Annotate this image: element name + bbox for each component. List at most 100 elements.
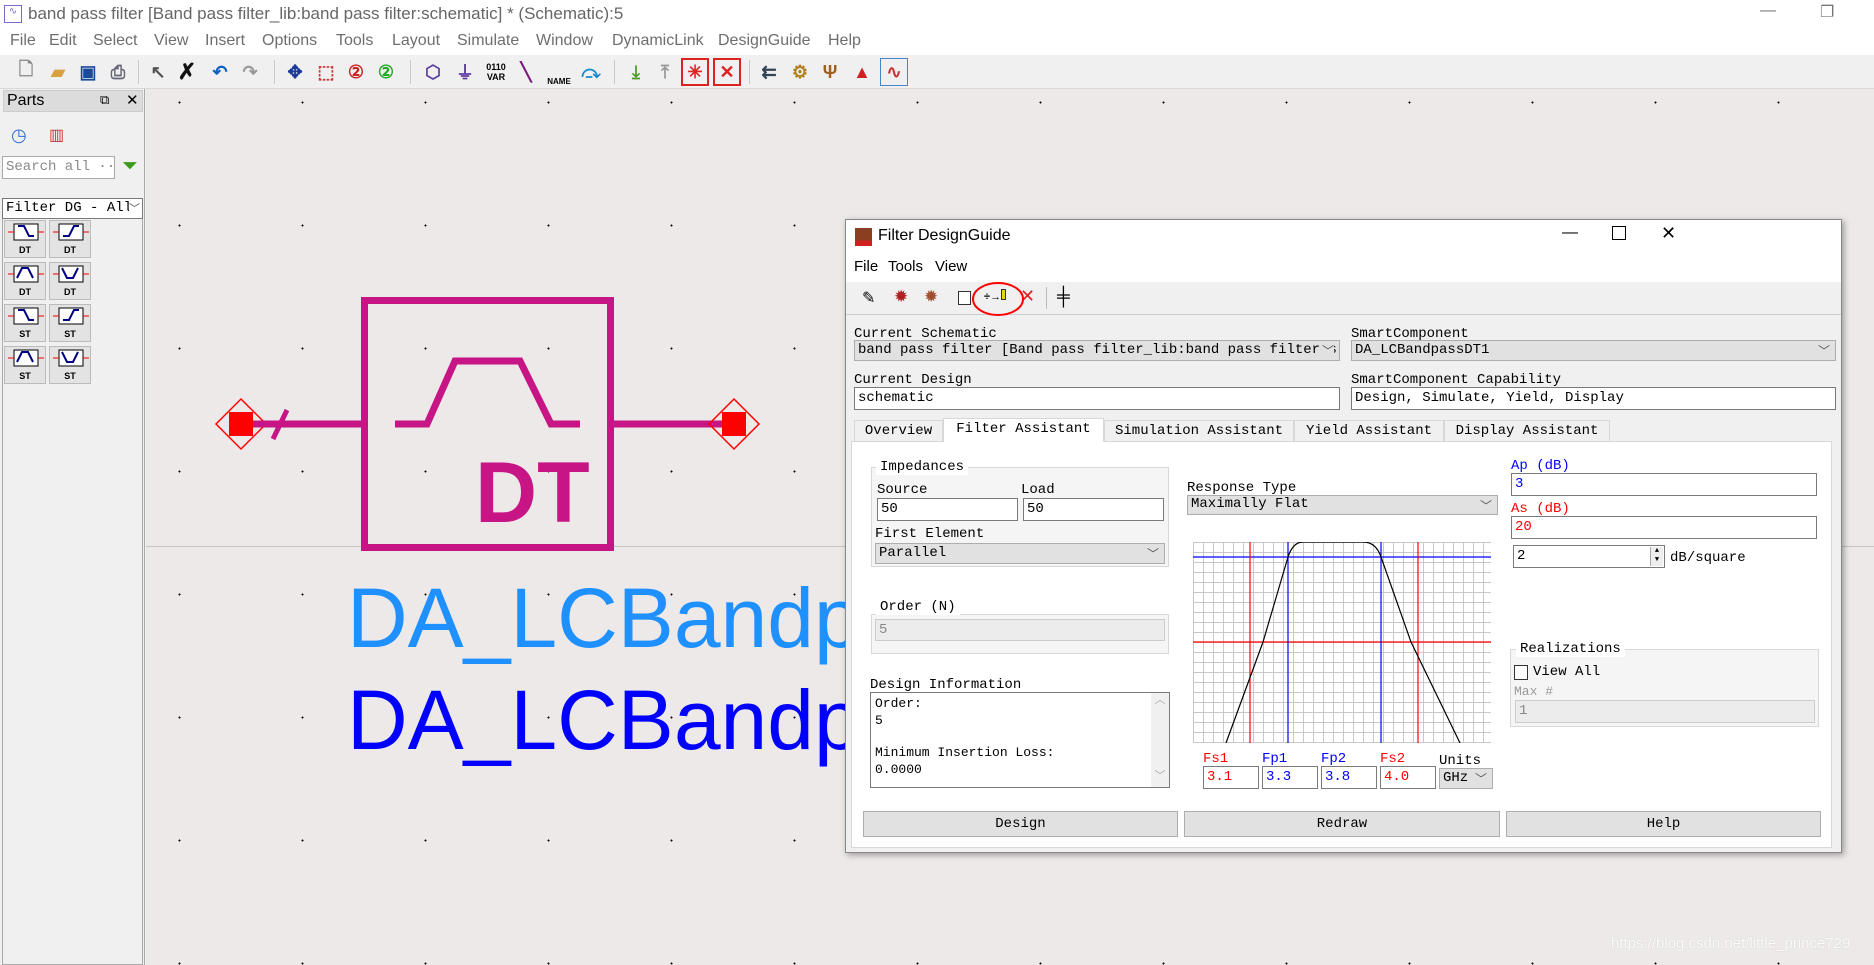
library-books-icon[interactable]: ▥ [49, 125, 64, 145]
instance-name[interactable]: DA_LCBandp [347, 576, 861, 660]
var-icon[interactable]: 0110 VAR [482, 58, 510, 86]
save-icon[interactable]: ▣ [74, 58, 102, 86]
close-icon[interactable]: ✕ [1661, 223, 1676, 244]
ground-icon[interactable]: ⏚ [451, 58, 479, 86]
fs2-field[interactable]: 4.0 [1380, 766, 1436, 789]
palette-item[interactable]: DT [4, 262, 46, 300]
new-file-icon[interactable]: 🗋 [12, 58, 40, 86]
short-icon[interactable]: ✕ [713, 58, 741, 86]
tab-yield-assistant[interactable]: Yield Assistant [1294, 420, 1444, 441]
fs1-field[interactable]: 3.1 [1203, 766, 1259, 789]
redraw-button[interactable]: Redraw [1184, 811, 1500, 837]
tab-filter-assistant[interactable]: Filter Assistant [943, 418, 1104, 442]
dialog-menu-file[interactable]: File [854, 258, 878, 275]
palette-item[interactable]: ST [4, 304, 46, 342]
menu-dynamiclink[interactable]: DynamicLink [612, 32, 704, 50]
palette-item[interactable]: DT [49, 262, 91, 300]
load-impedance-field[interactable]: 50 [1023, 498, 1164, 521]
design-button[interactable]: Design [863, 811, 1178, 837]
zoom-area-icon[interactable]: ⬚ [312, 58, 340, 86]
zoom-in-icon[interactable]: ② [342, 58, 370, 86]
view-all-label[interactable]: View All [1533, 664, 1600, 680]
fp2-field[interactable]: 3.8 [1321, 766, 1377, 789]
current-schematic-dropdown[interactable]: band pass filter [Band pass filter_lib:b… [854, 340, 1340, 361]
dialog-menu-tools[interactable]: Tools [888, 258, 923, 275]
menu-edit[interactable]: Edit [49, 32, 77, 50]
library-dropdown[interactable]: Filter DG - All ﹀ [2, 198, 143, 219]
move-icon[interactable]: ✥ [281, 58, 309, 86]
dialog-menu-view[interactable]: View [935, 258, 967, 275]
palette-item[interactable]: ST [49, 304, 91, 342]
first-element-dropdown[interactable]: Parallel ﹀ [875, 543, 1165, 564]
menu-file[interactable]: File [10, 32, 36, 50]
history-clock-icon[interactable]: ◷ [11, 125, 27, 146]
menu-view[interactable]: View [154, 32, 188, 50]
deactivate-icon[interactable]: ✳ [681, 58, 709, 86]
float-icon[interactable]: ⧉ [100, 92, 109, 108]
filter-funnel-icon[interactable]: ⏷ [122, 155, 138, 178]
design-information-textarea[interactable]: Order: 5 Minimum Insertion Loss: 0.0000 … [870, 692, 1170, 788]
minimize-icon[interactable]: — [1760, 2, 1776, 20]
menu-insert[interactable]: Insert [205, 32, 245, 50]
palette-item[interactable]: DT [4, 220, 46, 258]
help-button[interactable]: Help [1506, 811, 1821, 837]
ap-field[interactable]: 3 [1511, 473, 1817, 496]
tab-display-assistant[interactable]: Display Assistant [1444, 420, 1610, 441]
scroll-down-icon[interactable]: ﹀ [1151, 769, 1169, 786]
restore-icon[interactable]: ❐ [1820, 2, 1834, 22]
display-data-icon[interactable]: ∿ [880, 58, 908, 86]
view-all-checkbox[interactable] [1514, 665, 1528, 680]
units-label: Units [1439, 753, 1482, 769]
select-pointer-icon[interactable]: ↖ [144, 58, 172, 86]
swap-icon[interactable]: ⤼ [577, 58, 605, 86]
spinner-arrows-icon[interactable]: ▲ ▼ [1650, 547, 1663, 566]
open-folder-icon[interactable]: ▰ [44, 58, 72, 86]
port-icon[interactable]: ⬡ [419, 58, 447, 86]
zoom-out-icon[interactable]: ② [372, 58, 400, 86]
units-dropdown[interactable]: GHz ﹀ [1439, 768, 1493, 789]
palette-item[interactable]: ST [49, 346, 91, 384]
response-type-dropdown[interactable]: Maximally Flat ﹀ [1187, 495, 1498, 515]
scrollbar[interactable]: ︿ ﹀ [1151, 693, 1169, 787]
fp1-field[interactable]: 3.3 [1262, 766, 1318, 789]
menu-help[interactable]: Help [828, 32, 861, 50]
redo-icon[interactable]: ↷ [236, 58, 264, 86]
layout-grid-icon[interactable]: ╪ [1057, 286, 1070, 307]
menu-options[interactable]: Options [262, 32, 317, 50]
pop-up-icon[interactable]: ⤒ [651, 58, 679, 86]
current-design-field[interactable]: schematic [854, 387, 1340, 410]
scroll-up-icon[interactable]: ︿ [1151, 693, 1169, 710]
maximize-icon[interactable] [1612, 226, 1626, 240]
name-icon[interactable]: NAME [545, 58, 573, 86]
slope-spinner[interactable]: 2 ▲ ▼ [1513, 545, 1665, 568]
menu-designguide[interactable]: DesignGuide [718, 32, 811, 50]
minimize-icon[interactable]: — [1562, 224, 1578, 242]
parts-search-input[interactable]: Search all ··· [2, 156, 115, 179]
tab-overview[interactable]: Overview [854, 420, 943, 441]
simulate-icon[interactable]: ▲ [848, 58, 876, 86]
menu-window[interactable]: Window [536, 32, 593, 50]
simulate-gear-icon[interactable]: ✹ [924, 287, 938, 307]
tune-wrench-icon[interactable]: ✎ [862, 288, 875, 308]
as-field[interactable]: 20 [1511, 516, 1817, 539]
smartcomponent-dropdown[interactable]: DA_LCBandpassDT1 ﹀ [1351, 340, 1836, 361]
push-down-icon[interactable]: ⤓ [622, 58, 650, 86]
wire-icon[interactable]: ╲ [512, 58, 540, 86]
print-icon[interactable]: ⎙ [104, 58, 132, 86]
menu-tools[interactable]: Tools [336, 32, 373, 50]
design-gear-icon[interactable]: ✹ [894, 287, 908, 307]
undo-icon[interactable]: ↶ [206, 58, 234, 86]
tab-simulation-assistant[interactable]: Simulation Assistant [1104, 420, 1294, 441]
instance-component-name[interactable]: DA_LCBandp [347, 678, 861, 762]
source-impedance-field[interactable]: 50 [877, 498, 1018, 521]
palette-item[interactable]: ST [4, 346, 46, 384]
menu-simulate[interactable]: Simulate [457, 32, 519, 50]
gear-icon[interactable]: ⚙ [786, 58, 814, 86]
menu-layout[interactable]: Layout [392, 32, 440, 50]
palette-item[interactable]: DT [49, 220, 91, 258]
gen-layout-icon[interactable]: ⇇ [755, 58, 783, 86]
delete-x-icon[interactable]: ✗ [173, 58, 201, 86]
tuning-icon[interactable]: Ψ [816, 58, 844, 86]
menu-select[interactable]: Select [93, 32, 137, 50]
close-icon[interactable]: ✕ [126, 91, 139, 109]
